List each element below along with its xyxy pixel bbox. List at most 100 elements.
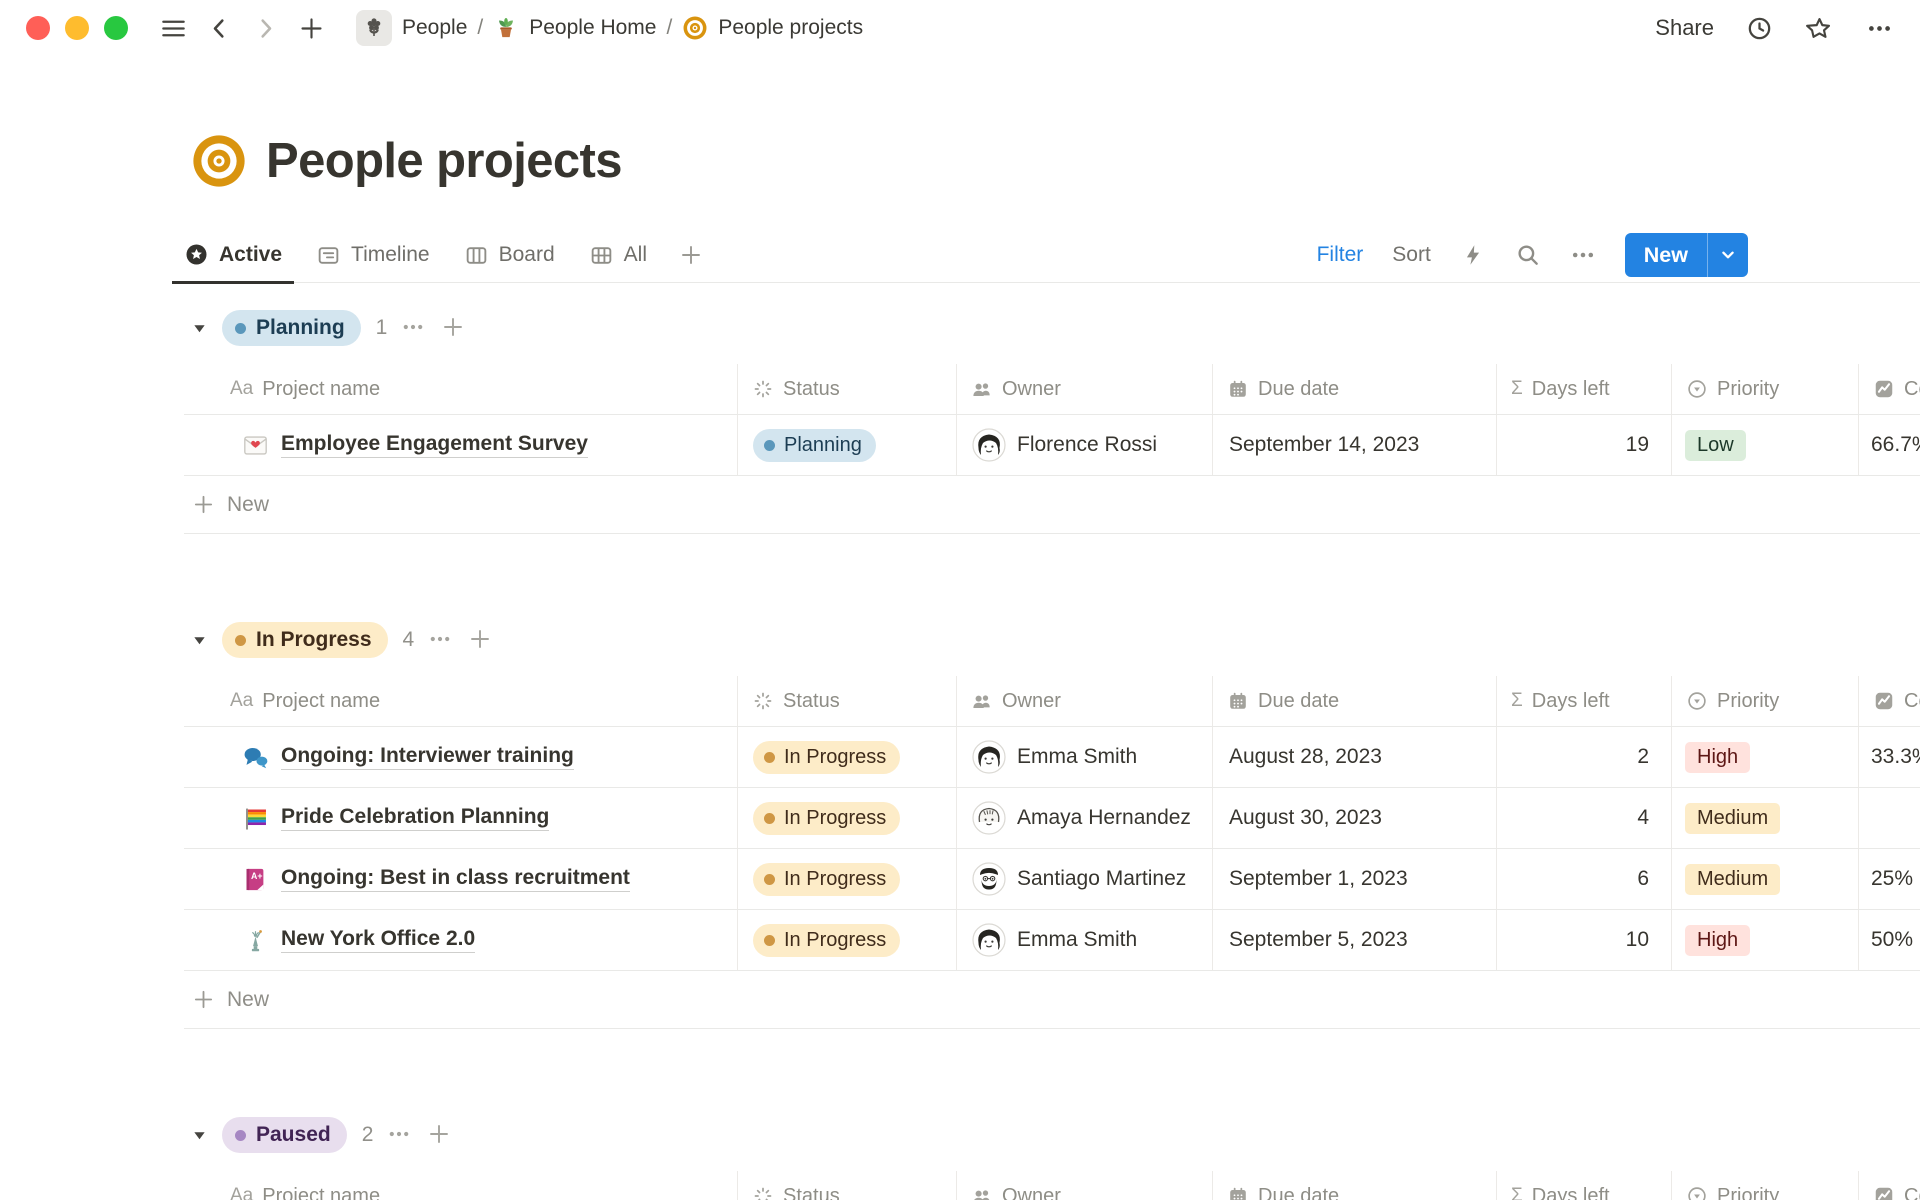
tab-timeline[interactable]: Timeline [304, 228, 442, 282]
sort-button[interactable]: Sort [1392, 243, 1431, 267]
column-header-days-left[interactable]: ΣDays left [1496, 676, 1671, 726]
star-icon[interactable] [1804, 13, 1834, 43]
collapse-caret-icon[interactable] [184, 1120, 214, 1150]
breadcrumb-people-projects[interactable]: People projects [674, 12, 871, 44]
project-name-cell[interactable]: Pride Celebration Planning [184, 788, 737, 848]
priority-tag[interactable]: Medium [1685, 803, 1780, 834]
owner-cell[interactable]: Amaya Hernandez [956, 788, 1212, 848]
group-pill-paused[interactable]: Paused [222, 1117, 347, 1153]
project-link[interactable]: Pride Celebration Planning [281, 805, 549, 831]
plus-icon[interactable] [427, 1122, 453, 1148]
priority-cell[interactable]: High [1671, 910, 1858, 970]
column-header-completion[interactable]: Completion [1858, 364, 1920, 414]
forward-icon[interactable] [250, 13, 280, 43]
new-button-dropdown[interactable] [1708, 233, 1748, 277]
menu-icon[interactable] [158, 13, 188, 43]
new-button[interactable]: New [1625, 233, 1707, 277]
close-window-button[interactable] [26, 16, 50, 40]
column-header-owner[interactable]: Owner [956, 676, 1212, 726]
due-date-cell[interactable]: August 30, 2023 [1212, 788, 1496, 848]
search-icon[interactable] [1515, 242, 1541, 268]
collapse-caret-icon[interactable] [184, 625, 214, 655]
breadcrumb-people[interactable]: People [348, 7, 475, 49]
status-pill[interactable]: In Progress [753, 863, 900, 896]
new-row-button[interactable]: New [184, 971, 1920, 1029]
status-cell[interactable]: In Progress [737, 849, 956, 909]
new-row-button[interactable]: New [184, 476, 1920, 534]
owner-cell[interactable]: Santiago Martinez [956, 849, 1212, 909]
project-link[interactable]: Ongoing: Interviewer training [281, 744, 574, 770]
group-pill-planning[interactable]: Planning [222, 310, 361, 346]
more-icon[interactable] [387, 1122, 413, 1148]
column-header-due-date[interactable]: Due date [1212, 676, 1496, 726]
column-header-priority[interactable]: Priority [1671, 676, 1858, 726]
column-header-owner[interactable]: Owner [956, 1171, 1212, 1200]
project-name-cell[interactable]: Ongoing: Best in class recruitment [184, 849, 737, 909]
status-cell[interactable]: In Progress [737, 788, 956, 848]
status-pill[interactable]: In Progress [753, 802, 900, 835]
priority-cell[interactable]: High [1671, 727, 1858, 787]
column-header-status[interactable]: Status [737, 676, 956, 726]
back-icon[interactable] [204, 13, 234, 43]
plus-icon[interactable] [468, 627, 494, 653]
more-icon[interactable] [1864, 13, 1894, 43]
project-name-cell[interactable]: New York Office 2.0 [184, 910, 737, 970]
plus-icon[interactable] [441, 315, 467, 341]
collapse-caret-icon[interactable] [184, 313, 214, 343]
share-button[interactable]: Share [1655, 15, 1714, 41]
owner-cell[interactable]: Florence Rossi [956, 415, 1212, 475]
tab-board[interactable]: Board [452, 228, 567, 282]
status-cell[interactable]: In Progress [737, 727, 956, 787]
column-header-completion[interactable]: Completion [1858, 676, 1920, 726]
column-header-name[interactable]: AaProject name [184, 364, 737, 414]
status-pill[interactable]: Planning [753, 429, 876, 462]
priority-cell[interactable]: Medium [1671, 849, 1858, 909]
project-link[interactable]: Ongoing: Best in class recruitment [281, 866, 630, 892]
column-header-name[interactable]: AaProject name [184, 676, 737, 726]
tab-active[interactable]: Active [172, 228, 294, 284]
days-left-cell[interactable]: 10 [1496, 910, 1671, 970]
days-left-cell[interactable]: 19 [1496, 415, 1671, 475]
completion-cell[interactable] [1858, 788, 1920, 848]
column-header-completion[interactable]: Completion [1858, 1171, 1920, 1200]
more-icon[interactable] [1570, 242, 1596, 268]
due-date-cell[interactable]: September 5, 2023 [1212, 910, 1496, 970]
status-cell[interactable]: In Progress [737, 910, 956, 970]
priority-tag[interactable]: High [1685, 925, 1750, 956]
zoom-window-button[interactable] [104, 16, 128, 40]
minimize-window-button[interactable] [65, 16, 89, 40]
status-pill[interactable]: In Progress [753, 741, 900, 774]
completion-cell[interactable]: 25% [1858, 849, 1920, 909]
due-date-cell[interactable]: September 1, 2023 [1212, 849, 1496, 909]
column-header-due-date[interactable]: Due date [1212, 364, 1496, 414]
tab-all[interactable]: All [577, 228, 659, 282]
project-link[interactable]: New York Office 2.0 [281, 927, 475, 953]
project-name-cell[interactable]: Employee Engagement Survey [184, 415, 737, 475]
owner-cell[interactable]: Emma Smith [956, 727, 1212, 787]
completion-cell[interactable]: 50% [1858, 910, 1920, 970]
column-header-status[interactable]: Status [737, 1171, 956, 1200]
due-date-cell[interactable]: September 14, 2023 [1212, 415, 1496, 475]
column-header-priority[interactable]: Priority [1671, 364, 1858, 414]
priority-tag[interactable]: High [1685, 742, 1750, 773]
target-icon[interactable] [190, 132, 248, 190]
lightning-icon[interactable] [1460, 242, 1486, 268]
clock-icon[interactable] [1744, 13, 1774, 43]
new-tab-plus-icon[interactable] [296, 13, 326, 43]
project-name-cell[interactable]: Ongoing: Interviewer training [184, 727, 737, 787]
column-header-name[interactable]: AaProject name [184, 1171, 737, 1200]
due-date-cell[interactable]: August 28, 2023 [1212, 727, 1496, 787]
column-header-status[interactable]: Status [737, 364, 956, 414]
add-view-button[interactable] [669, 228, 713, 282]
column-header-owner[interactable]: Owner [956, 364, 1212, 414]
project-link[interactable]: Employee Engagement Survey [281, 432, 588, 458]
days-left-cell[interactable]: 2 [1496, 727, 1671, 787]
priority-cell[interactable]: Low [1671, 415, 1858, 475]
priority-tag[interactable]: Low [1685, 430, 1746, 461]
priority-cell[interactable]: Medium [1671, 788, 1858, 848]
column-header-days-left[interactable]: ΣDays left [1496, 364, 1671, 414]
days-left-cell[interactable]: 6 [1496, 849, 1671, 909]
completion-cell[interactable]: 66.7% [1858, 415, 1920, 475]
breadcrumb-people-home[interactable]: People Home [485, 12, 664, 44]
filter-button[interactable]: Filter [1317, 243, 1364, 267]
